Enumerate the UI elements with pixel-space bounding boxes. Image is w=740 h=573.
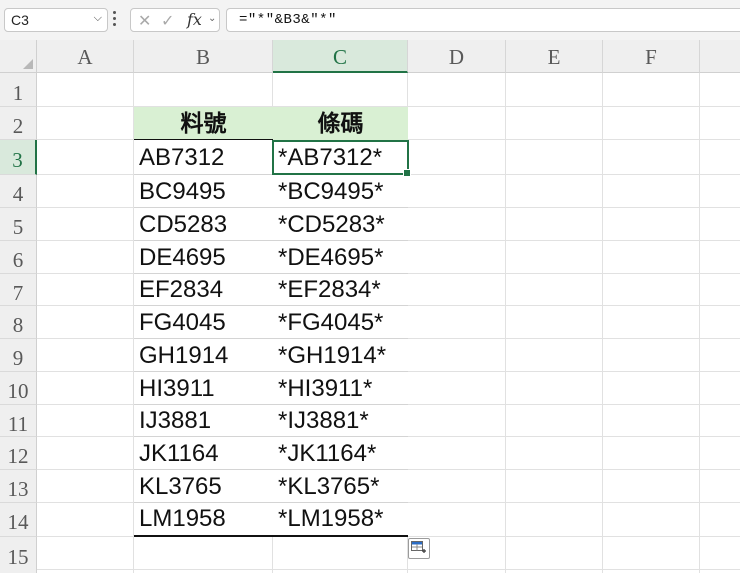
more-icon[interactable] <box>113 11 117 27</box>
table-cell-part-number[interactable]: EF2834 <box>134 274 273 306</box>
column-header-d[interactable]: D <box>408 40 506 73</box>
table-cell-barcode[interactable]: *GH1914* <box>273 339 408 372</box>
table-cell-part-number[interactable]: HI3911 <box>134 372 273 405</box>
row-header-6[interactable]: 6 <box>0 241 37 274</box>
formula-text: ="*"&B3&"*" <box>239 12 337 28</box>
check-icon[interactable]: ✓ <box>161 11 174 31</box>
column-header-f[interactable]: F <box>603 40 700 73</box>
formula-input[interactable]: ="*"&B3&"*" <box>226 8 740 32</box>
table-cell-part-number[interactable]: FG4045 <box>134 306 273 339</box>
row-header-2[interactable]: 2 <box>0 107 37 140</box>
table-cell-barcode[interactable]: *AB7312* <box>273 140 408 175</box>
quick-analysis-button[interactable] <box>408 538 430 559</box>
table-cell-barcode[interactable]: *BC9495* <box>273 175 408 208</box>
function-icon[interactable]: fx <box>187 10 202 29</box>
column-header-a[interactable]: A <box>37 40 134 73</box>
row-header-10[interactable]: 10 <box>0 372 37 405</box>
row-header-12[interactable]: 12 <box>0 437 37 470</box>
table-cell-barcode[interactable]: *DE4695* <box>273 241 408 274</box>
table-cell-part-number[interactable]: DE4695 <box>134 241 273 274</box>
table-cell-barcode[interactable]: *CD5283* <box>273 208 408 241</box>
name-box-value: C3 <box>11 12 29 28</box>
table-cell-barcode[interactable]: *KL3765* <box>273 470 408 503</box>
spreadsheet-app: C3 ⌵ ✕ ✓ fx ⌄ ="*"&B3&"*" A B C D E F 1 … <box>0 0 740 573</box>
row-header-7[interactable]: 7 <box>0 274 37 306</box>
table-header-barcode[interactable]: 條碼 <box>273 107 408 140</box>
row-header-4[interactable]: 4 <box>0 175 37 208</box>
table-cell-barcode[interactable]: *LM1958* <box>273 503 408 537</box>
formula-bar: C3 ⌵ ✕ ✓ fx ⌄ ="*"&B3&"*" <box>0 0 740 40</box>
row-header-13[interactable]: 13 <box>0 470 37 503</box>
quick-analysis-icon <box>411 541 426 553</box>
formula-buttons: ✕ ✓ fx ⌄ <box>130 8 220 32</box>
row-header-5[interactable]: 5 <box>0 208 37 241</box>
table-cell-part-number[interactable]: BC9495 <box>134 175 273 208</box>
chevron-down-icon[interactable]: ⌵ <box>94 12 102 25</box>
table-cell-part-number[interactable]: LM1958 <box>134 503 273 537</box>
column-header-e[interactable]: E <box>506 40 603 73</box>
table-cell-part-number[interactable]: CD5283 <box>134 208 273 241</box>
table-cell-barcode[interactable]: *IJ3881* <box>273 405 408 437</box>
name-box[interactable]: C3 ⌵ <box>4 8 108 32</box>
row-header-15[interactable]: 15 <box>0 537 37 573</box>
table-cell-part-number[interactable]: GH1914 <box>134 339 273 372</box>
table-cell-barcode[interactable]: *JK1164* <box>273 437 408 470</box>
table-cell-part-number[interactable]: JK1164 <box>134 437 273 470</box>
cancel-icon[interactable]: ✕ <box>138 11 151 31</box>
table-header-part-number[interactable]: 料號 <box>134 107 273 140</box>
row-header-1[interactable]: 1 <box>0 73 37 107</box>
row-header-14[interactable]: 14 <box>0 503 37 537</box>
table-cell-part-number[interactable]: IJ3881 <box>134 405 273 437</box>
table-cell-part-number[interactable]: KL3765 <box>134 470 273 503</box>
column-header-g[interactable] <box>700 40 740 73</box>
column-header-b[interactable]: B <box>134 40 273 73</box>
row-header-3[interactable]: 3 <box>0 140 37 175</box>
function-chevron-icon[interactable]: ⌄ <box>208 13 216 24</box>
table-cell-barcode[interactable]: *HI3911* <box>273 372 408 405</box>
row-header-11[interactable]: 11 <box>0 405 37 437</box>
row-header-9[interactable]: 9 <box>0 339 37 372</box>
select-all-button[interactable] <box>0 40 37 73</box>
table-cell-part-number[interactable]: AB7312 <box>134 140 273 175</box>
table-cell-barcode[interactable]: *FG4045* <box>273 306 408 339</box>
column-header-c[interactable]: C <box>273 40 408 73</box>
table-cell-barcode[interactable]: *EF2834* <box>273 274 408 306</box>
row-header-8[interactable]: 8 <box>0 306 37 339</box>
